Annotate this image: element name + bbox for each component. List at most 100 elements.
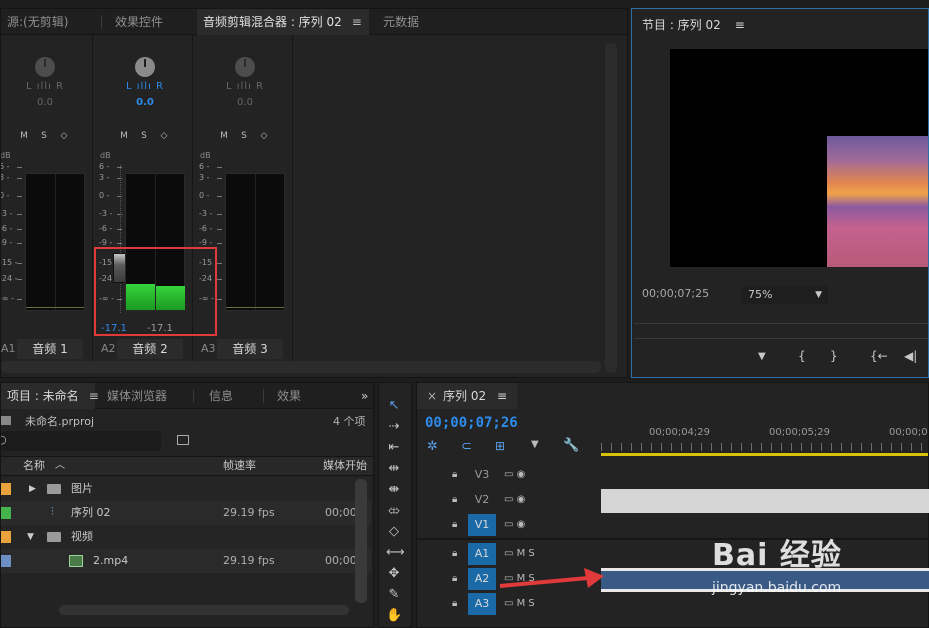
timeline-timecode[interactable]: 00;00;07;26	[425, 415, 518, 431]
record-keyframe-button[interactable]: ◇	[157, 129, 171, 143]
playhead-bar[interactable]	[634, 323, 928, 339]
pan-knob[interactable]	[135, 57, 155, 77]
linked-selection-icon[interactable]: ⊂	[461, 439, 472, 454]
add-marker-icon[interactable]: ⊞	[495, 439, 505, 453]
search-input[interactable]: ○	[1, 431, 161, 451]
track-id[interactable]: A2	[468, 568, 496, 590]
panel-menu-icon[interactable]: ≡	[497, 383, 507, 409]
razor-tool-icon[interactable]: ⤄	[386, 503, 402, 519]
track-id[interactable]: V1	[468, 514, 496, 536]
track-header-v3[interactable]: 🔒︎ V3 ▭ ◉	[416, 464, 600, 486]
lock-icon[interactable]: 🔒︎	[452, 464, 457, 486]
label-color-swatch[interactable]	[1, 507, 11, 519]
panel-menu-icon[interactable]: ≡	[735, 18, 745, 32]
track-id[interactable]: A1	[468, 543, 496, 565]
track-header-a1[interactable]: 🔒︎ A1 ▭ M S	[416, 543, 600, 565]
monitor-timecode[interactable]: 00;00;07;25	[642, 287, 709, 300]
track-select-tool-icon[interactable]: ⇢	[386, 419, 402, 435]
lock-icon[interactable]: 🔒︎	[452, 568, 457, 590]
tab-audio-clip-mixer[interactable]: 音频剪辑混合器 : 序列 02 ≡	[197, 9, 369, 35]
panel-menu-icon[interactable]: ≡	[89, 389, 99, 403]
more-panels-icon[interactable]: »	[355, 383, 373, 409]
record-keyframe-button[interactable]: ◇	[57, 129, 71, 143]
tab-effect-controls[interactable]: 效果控件	[109, 9, 193, 35]
pen-tool-icon[interactable]: ✎	[386, 587, 402, 603]
chevron-right-icon[interactable]: ▶	[29, 477, 36, 501]
tab-media-browser[interactable]: 媒体浏览器	[101, 383, 191, 409]
lock-icon[interactable]: 🔒︎	[452, 593, 457, 615]
track-toggles[interactable]: ▭ ◉	[504, 464, 525, 486]
pan-value[interactable]: 0.0	[115, 97, 175, 108]
mark-out-icon[interactable]: }	[830, 349, 838, 363]
sort-up-icon[interactable]: ︿	[55, 457, 65, 475]
pan-knob[interactable]	[35, 57, 55, 77]
zoom-select[interactable]: 75% ▼	[742, 286, 828, 304]
mute-button[interactable]: M	[117, 129, 131, 143]
solo-button[interactable]: S	[37, 129, 51, 143]
lock-icon[interactable]: 🔒︎	[452, 489, 457, 511]
list-item[interactable]: ⫶ 序列 02 29.19 fps 00;00	[1, 501, 371, 525]
mute-button[interactable]: M	[17, 129, 31, 143]
panel-menu-icon[interactable]: ≡	[352, 15, 362, 29]
mute-button[interactable]: M	[217, 129, 231, 143]
pan-value[interactable]: 0.0	[215, 97, 275, 108]
project-horizontal-scrollbar[interactable]	[59, 605, 349, 615]
track-id[interactable]: V2	[468, 489, 496, 511]
tab-info[interactable]: 信息	[203, 383, 253, 409]
selection-tool-icon[interactable]: ↖	[386, 398, 402, 414]
step-back-icon[interactable]: ◀|	[904, 349, 917, 363]
close-icon[interactable]: ×	[427, 383, 437, 409]
label-color-swatch[interactable]	[1, 531, 11, 543]
track-header-v2[interactable]: 🔒︎ V2 ▭ ◉	[416, 489, 600, 511]
ripple-edit-tool-icon[interactable]: ⇤	[386, 440, 402, 456]
mixer-horizontal-scrollbar[interactable]	[1, 361, 601, 373]
label-color-swatch[interactable]	[1, 483, 11, 495]
record-keyframe-button[interactable]: ◇	[257, 129, 271, 143]
timeline-tab[interactable]: × 序列 02 ≡	[417, 383, 517, 409]
solo-button[interactable]: S	[237, 129, 251, 143]
slide-tool-icon[interactable]: ⟷	[386, 545, 405, 561]
solo-button[interactable]: S	[137, 129, 151, 143]
chevron-down-icon[interactable]: ▼	[27, 525, 34, 549]
track-header-v1[interactable]: 🔒︎ V1 ▭ ◉	[416, 514, 600, 536]
rolling-edit-tool-icon[interactable]: ⇹	[386, 461, 402, 477]
track-toggles[interactable]: ▭ ◉	[504, 514, 525, 536]
mixer-vertical-scrollbar[interactable]	[605, 43, 617, 373]
project-vertical-scrollbar[interactable]	[355, 479, 367, 603]
pan-value[interactable]: 0.0	[15, 97, 75, 108]
track-toggles[interactable]: ▭ M S	[504, 543, 535, 565]
video-clip-v2[interactable]	[601, 489, 929, 513]
track-header-a3[interactable]: 🔒︎ A3 ▭ M S	[416, 593, 600, 615]
hand-tool-icon[interactable]: ✋	[386, 608, 402, 624]
tab-project[interactable]: 项目 : 未命名 ≡	[1, 383, 99, 409]
rate-stretch-tool-icon[interactable]: ⇼	[386, 482, 402, 498]
wrench-icon[interactable]: 🔧	[563, 438, 579, 453]
track-id[interactable]: A3	[468, 593, 496, 615]
label-color-swatch[interactable]	[1, 555, 11, 567]
track-toggles[interactable]: ▭ M S	[504, 593, 535, 615]
track-id[interactable]: V3	[468, 464, 496, 486]
list-item[interactable]: 2.mp4 29.19 fps 00;00	[1, 549, 371, 573]
marker-icon[interactable]: ▼	[531, 439, 539, 450]
hand-move-tool-icon[interactable]: ✥	[386, 566, 402, 582]
add-marker-icon[interactable]: ▼	[758, 351, 766, 362]
new-bin-from-search-icon[interactable]	[177, 435, 189, 445]
slip-tool-icon[interactable]: ◇	[386, 524, 402, 540]
pan-knob[interactable]	[235, 57, 255, 77]
column-media-start[interactable]: 媒体开始	[323, 457, 367, 475]
tab-source[interactable]: 源:(无剪辑)	[1, 9, 93, 35]
lock-icon[interactable]: 🔒︎	[452, 543, 457, 565]
list-item[interactable]: ▼ 视频	[1, 525, 371, 549]
work-area-bar[interactable]	[601, 453, 928, 456]
snap-icon[interactable]: ✲	[427, 439, 438, 454]
list-item[interactable]: ▶ 图片	[1, 477, 371, 501]
column-frame-rate[interactable]: 帧速率	[223, 457, 256, 475]
track-toggles[interactable]: ▭ ◉	[504, 489, 525, 511]
column-name[interactable]: 名称	[23, 457, 45, 475]
go-to-in-icon[interactable]: {←	[870, 349, 888, 363]
lock-icon[interactable]: 🔒︎	[452, 514, 457, 536]
tab-effects[interactable]: 效果	[271, 383, 321, 409]
mark-in-icon[interactable]: {	[798, 349, 806, 363]
time-ruler[interactable]: 00;00;04;29 00;00;05;29 00;00;0	[601, 423, 928, 457]
tab-metadata[interactable]: 元数据	[377, 9, 437, 35]
